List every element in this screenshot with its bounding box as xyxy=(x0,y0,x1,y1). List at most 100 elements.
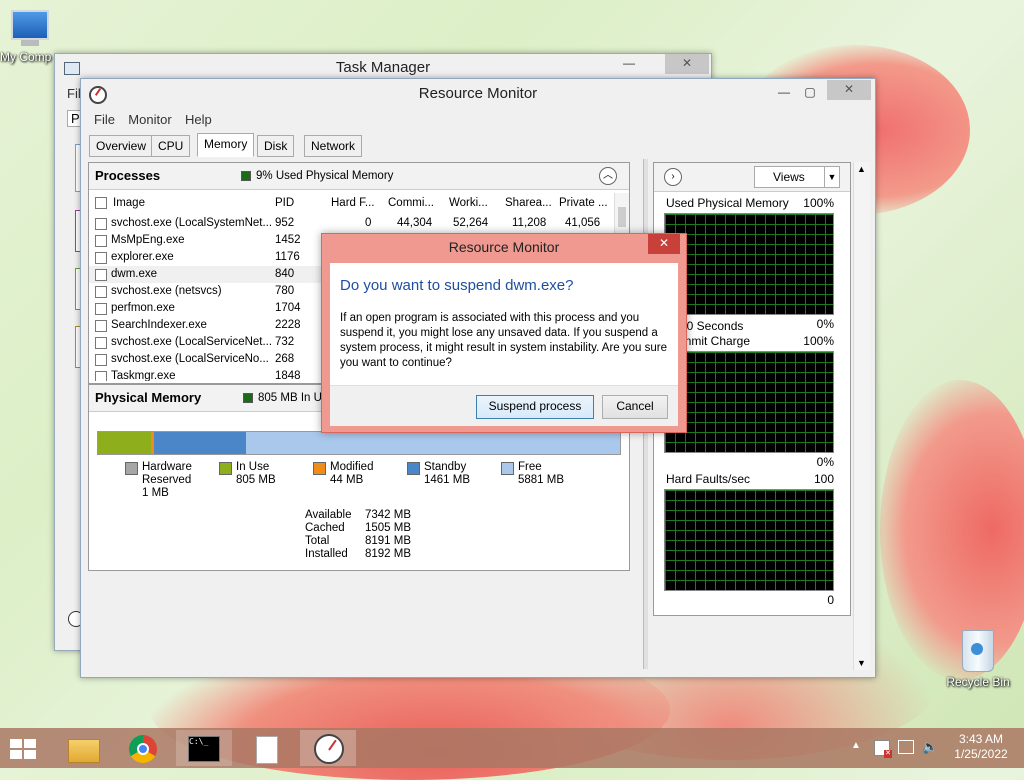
row-checkbox[interactable] xyxy=(95,303,107,315)
tab-memory[interactable]: Memory xyxy=(197,133,255,157)
processes-title: Processes xyxy=(95,168,161,183)
dialog-close-button[interactable]: ✕ xyxy=(648,234,680,254)
column-commit[interactable]: Commi... xyxy=(388,193,436,213)
column-image[interactable]: Image xyxy=(113,193,263,213)
cell-pid: 1848 xyxy=(275,370,301,381)
task-manager-close-button[interactable]: ✕ xyxy=(665,54,709,74)
cell-image: perfmon.exe xyxy=(111,302,175,314)
expand-arrow-icon[interactable]: › xyxy=(664,168,682,186)
graph-canvas xyxy=(664,351,834,453)
collapse-icon[interactable]: ︿ xyxy=(599,167,617,185)
task-manager-menu[interactable]: Fil xyxy=(67,86,81,101)
row-checkbox[interactable] xyxy=(95,235,107,247)
menu-file[interactable]: File xyxy=(94,112,115,127)
tab-disk[interactable]: Disk xyxy=(257,135,295,157)
graph-title: Used Physical Memory xyxy=(666,196,789,210)
processes-column-headers: Image PID Hard F... Commi... Worki... Sh… xyxy=(89,193,615,213)
graph-canvas xyxy=(664,213,834,315)
row-checkbox[interactable] xyxy=(95,269,107,281)
task-manager-minimize-button[interactable]: — xyxy=(615,54,643,74)
row-checkbox[interactable] xyxy=(95,218,107,230)
graph-pane-scrollbar[interactable]: ▲ ▼ xyxy=(853,162,870,670)
suspend-dialog[interactable]: Resource Monitor ✕ Do you want to suspen… xyxy=(321,233,687,433)
clock[interactable]: 3:43 AM 1/25/2022 xyxy=(948,732,1014,762)
row-checkbox[interactable] xyxy=(95,320,107,332)
cell-pid: 780 xyxy=(275,285,295,297)
resource-monitor-minimize-button[interactable]: — xyxy=(773,83,795,103)
row-checkbox[interactable] xyxy=(95,286,107,298)
suspend-process-button[interactable]: Suspend process xyxy=(476,395,594,419)
cancel-button[interactable]: Cancel xyxy=(602,395,668,419)
column-hard-faults[interactable]: Hard F... xyxy=(331,193,377,213)
show-hidden-icons[interactable]: ▲ xyxy=(851,740,861,751)
taskbar-command-prompt[interactable]: C:\_ xyxy=(176,730,232,766)
graph-max: 100% xyxy=(803,334,834,348)
cell-pid: 1176 xyxy=(275,251,300,263)
graph-max: 100% xyxy=(803,196,834,210)
column-pid[interactable]: PID xyxy=(275,193,315,213)
desktop-icon-label: My Comp xyxy=(0,50,52,64)
menu-bar: File Monitor Help xyxy=(94,112,222,127)
processes-header[interactable]: Processes 9% Used Physical Memory ︿ xyxy=(89,163,629,190)
cell-pid: 1704 xyxy=(275,302,301,314)
volume-icon[interactable]: 🔈 xyxy=(922,739,938,755)
cell-pid: 952 xyxy=(275,217,295,229)
menu-help[interactable]: Help xyxy=(185,112,212,127)
recycle-bin-icon xyxy=(962,630,994,672)
document-icon xyxy=(256,736,278,764)
clock-date: 1/25/2022 xyxy=(954,747,1008,761)
stat-cached: Cached 1505 MB xyxy=(305,522,412,534)
row-checkbox[interactable] xyxy=(95,354,107,366)
taskbar-notepad[interactable] xyxy=(238,730,294,766)
row-checkbox[interactable] xyxy=(95,337,107,349)
cell-pid: 2228 xyxy=(275,319,301,331)
cell-image: SearchIndexer.exe xyxy=(111,319,207,331)
graph-max: 100 xyxy=(813,472,834,486)
cell-pid: 840 xyxy=(275,268,295,280)
cell-pid: 1452 xyxy=(275,234,301,246)
row-checkbox[interactable] xyxy=(95,371,107,381)
computer-icon xyxy=(11,10,49,40)
cell-image: svchost.exe (LocalServiceNo... xyxy=(111,353,269,365)
cell-image: MsMpEng.exe xyxy=(111,234,185,246)
cell-commit: 44,304 xyxy=(397,217,433,229)
taskbar-resource-monitor[interactable] xyxy=(300,730,356,766)
graph-min: 0% xyxy=(816,455,834,469)
desktop-icon-recycle-bin[interactable]: Recycle Bin xyxy=(938,630,1018,689)
network-icon[interactable] xyxy=(898,740,914,754)
tab-overview[interactable]: Overview xyxy=(89,135,154,157)
taskbar-file-explorer[interactable] xyxy=(56,730,112,766)
dialog-button-strip: Suspend process Cancel xyxy=(330,385,678,426)
cell-private: 41,056 xyxy=(565,217,601,229)
column-shareable[interactable]: Sharea... xyxy=(505,193,555,213)
windows-logo-icon xyxy=(10,739,36,759)
cell-image: explorer.exe xyxy=(111,251,174,263)
column-working-set[interactable]: Worki... xyxy=(449,193,495,213)
graph-min: 0 xyxy=(827,593,834,607)
memory-usage-bar xyxy=(97,431,621,455)
graph-pane-toolbar: › Views ▼ xyxy=(654,163,850,192)
dropdown-arrow-icon: ▼ xyxy=(824,167,839,187)
resource-monitor-maximize-button[interactable]: ▢ xyxy=(799,83,821,103)
stat-total: Total 8191 MB xyxy=(305,535,412,547)
taskbar-chrome[interactable] xyxy=(116,730,172,766)
resource-monitor-close-button[interactable]: ✕ xyxy=(827,80,871,100)
select-all-checkbox[interactable] xyxy=(95,197,107,209)
column-private[interactable]: Private ... xyxy=(559,193,611,213)
graph-hard-faults: Hard Faults/sec 100 0 xyxy=(654,469,850,609)
memory-legend: Hardware Reserved 1 MB In Use 805 MB Mod… xyxy=(89,461,629,507)
tab-network[interactable]: Network xyxy=(304,135,363,157)
taskbar: C:\_ ▲ ✕ 🔈 3:43 AM 1/25/2022 xyxy=(0,728,1024,768)
dialog-title: Resource Monitor xyxy=(448,239,560,255)
start-button[interactable] xyxy=(8,737,38,761)
tab-cpu[interactable]: CPU xyxy=(151,135,191,157)
cell-image: svchost.exe (LocalServiceNet... xyxy=(111,336,271,348)
table-row[interactable]: svchost.exe (LocalSystemNet... 952 0 44,… xyxy=(89,215,615,232)
cell-image: svchost.exe (LocalSystemNet... xyxy=(111,217,271,229)
action-center-icon[interactable]: ✕ xyxy=(874,740,892,758)
views-button[interactable]: Views ▼ xyxy=(754,166,840,188)
row-checkbox[interactable] xyxy=(95,252,107,264)
desktop-icon-computer[interactable]: My Comp xyxy=(0,10,60,64)
stat-available: Available 7342 MB xyxy=(305,509,412,521)
menu-monitor[interactable]: Monitor xyxy=(128,112,171,127)
